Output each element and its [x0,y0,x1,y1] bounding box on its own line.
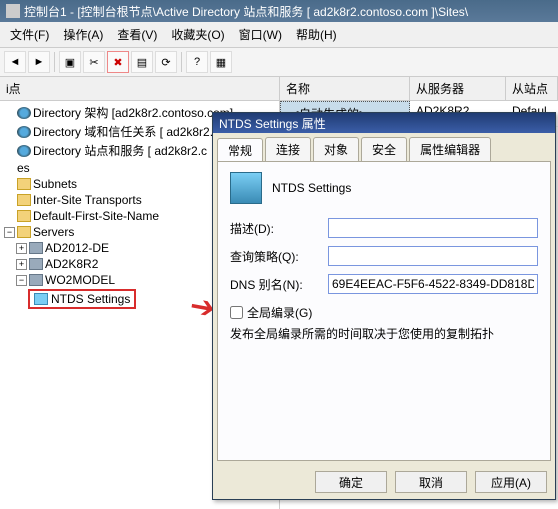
tree-node[interactable]: Default-First-Site-Name [33,209,159,223]
query-input[interactable] [328,246,538,266]
globe-icon [17,126,31,138]
tree-node[interactable]: Directory 域和信任关系 [ ad2k8r2. [33,123,213,140]
delete-button[interactable]: ✖ [107,51,129,73]
folder-icon [17,226,31,238]
forward-button[interactable]: ► [28,51,50,73]
window-title: 控制台1 - [控制台根节点\Active Directory 站点和服务 [ … [24,3,468,20]
desc-label: 描述(D): [230,220,322,237]
app-icon [6,4,20,18]
cancel-button[interactable]: 取消 [395,471,467,493]
toolbar-separator [54,52,55,72]
tree-node[interactable]: AD2K8R2 [45,257,98,271]
server-icon [29,242,43,254]
apply-button[interactable]: 应用(A) [475,471,547,493]
menu-favorites[interactable]: 收藏夹(O) [165,24,230,45]
folder-icon [17,194,31,206]
settings-icon [34,293,48,305]
up-button[interactable]: ▣ [59,51,81,73]
extra-button[interactable]: ▦ [210,51,232,73]
server-icon [29,258,43,270]
tree-node[interactable]: AD2012-DE [45,241,109,255]
tree-node-label: NTDS Settings [51,292,130,306]
dns-input[interactable] [328,274,538,294]
properties-dialog: NTDS Settings 属性 常规 连接 对象 安全 属性编辑器 NTDS … [212,112,556,500]
tree-node[interactable]: es [17,161,30,175]
tree-node[interactable]: Inter-Site Transports [33,193,142,207]
dialog-titlebar[interactable]: NTDS Settings 属性 [213,113,555,133]
dialog-title: NTDS Settings 属性 [219,115,326,132]
dialog-panel: NTDS Settings 描述(D): 查询策略(Q): DNS 别名(N):… [217,161,551,461]
tree-node[interactable]: Directory 架构 [ad2k8r2.contoso.com] [33,104,233,121]
expand-icon[interactable]: + [16,259,27,270]
tab-connections[interactable]: 连接 [265,137,311,161]
expand-icon[interactable]: − [16,275,27,286]
menu-action[interactable]: 操作(A) [57,24,109,45]
menu-view[interactable]: 查看(V) [111,24,163,45]
tree-node[interactable]: WO2MODEL [45,273,115,287]
tree-node-selected[interactable]: NTDS Settings [28,289,136,309]
ntds-icon [230,172,262,204]
help-button[interactable]: ? [186,51,208,73]
properties-button[interactable]: ▤ [131,51,153,73]
gc-label: 全局编录(G) [247,304,312,321]
toolbar: ◄ ► ▣ ✂ ✖ ▤ ⟳ ? ▦ [0,48,558,77]
tab-general[interactable]: 常规 [217,138,263,162]
back-button[interactable]: ◄ [4,51,26,73]
list-header: 名称 从服务器 从站点 [280,77,558,101]
menu-help[interactable]: 帮助(H) [290,24,343,45]
cut-button[interactable]: ✂ [83,51,105,73]
tab-attr-editor[interactable]: 属性编辑器 [409,137,491,161]
dns-label: DNS 别名(N): [230,276,322,293]
panel-heading: NTDS Settings [272,181,351,195]
folder-icon [17,178,31,190]
window-titlebar: 控制台1 - [控制台根节点\Active Directory 站点和服务 [ … [0,0,558,22]
folder-icon [17,210,31,222]
ok-button[interactable]: 确定 [315,471,387,493]
tab-object[interactable]: 对象 [313,137,359,161]
globe-icon [17,107,31,119]
globe-icon [17,145,31,157]
gc-checkbox[interactable] [230,306,243,319]
query-label: 查询策略(Q): [230,248,322,265]
dialog-tabs: 常规 连接 对象 安全 属性编辑器 [213,133,555,161]
menu-window[interactable]: 窗口(W) [233,24,288,45]
tree-header: i点 [0,77,279,101]
menu-file[interactable]: 文件(F) [4,24,55,45]
menubar: 文件(F) 操作(A) 查看(V) 收藏夹(O) 窗口(W) 帮助(H) [0,22,558,48]
tab-security[interactable]: 安全 [361,137,407,161]
desc-input[interactable] [328,218,538,238]
tree-node[interactable]: Subnets [33,177,77,191]
server-icon [29,274,43,286]
tree-node[interactable]: Servers [33,225,74,239]
toolbar-separator [181,52,182,72]
refresh-button[interactable]: ⟳ [155,51,177,73]
expand-icon[interactable]: + [16,243,27,254]
col-name[interactable]: 名称 [280,77,410,100]
tree-node[interactable]: Directory 站点和服务 [ ad2k8r2.c [33,142,207,159]
col-from-site[interactable]: 从站点 [506,77,558,100]
expand-icon[interactable]: − [4,227,15,238]
gc-note: 发布全局编录所需的时间取决于您使用的复制拓扑 [230,325,538,342]
dialog-buttons: 确定 取消 应用(A) [213,465,555,499]
col-from-server[interactable]: 从服务器 [410,77,506,100]
